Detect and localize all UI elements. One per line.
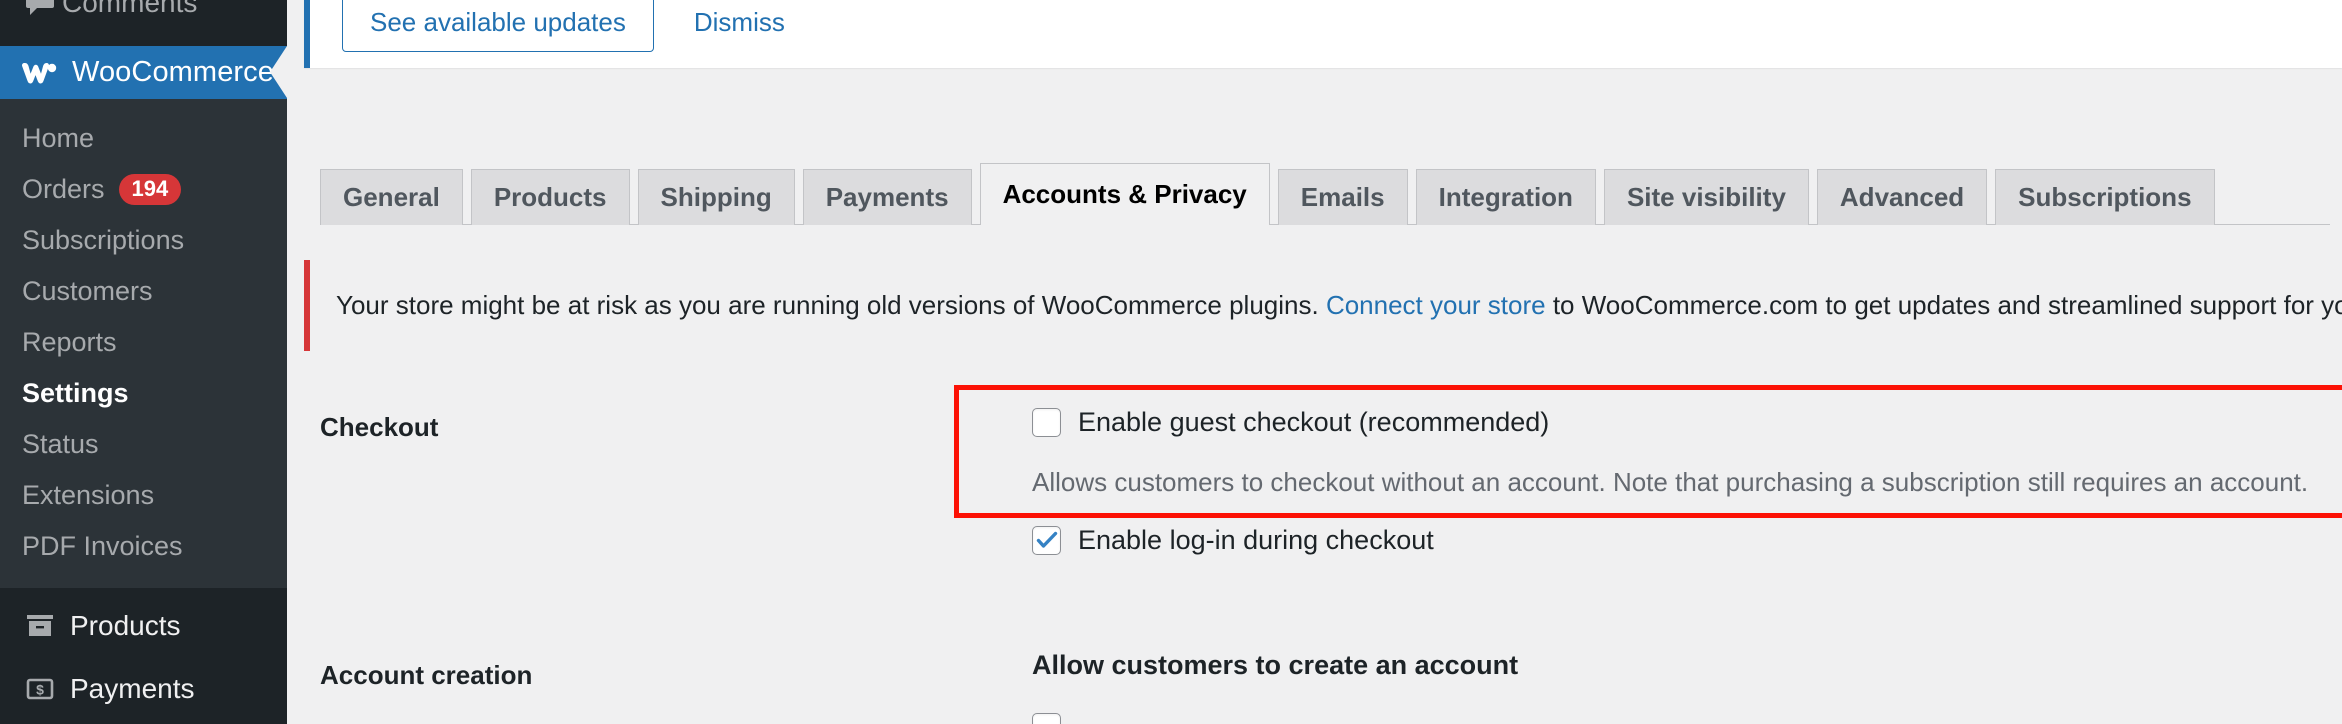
- enable-guest-checkout-checkbox[interactable]: [1032, 408, 1061, 437]
- sidebar-item-label: Payments: [70, 672, 195, 704]
- warning-text-after: to WooCommerce.com to get updates and st…: [1552, 290, 2342, 320]
- connect-your-store-link[interactable]: Connect your store: [1326, 290, 1546, 320]
- enable-login-during-checkout-label: Enable log-in during checkout: [1078, 525, 1434, 555]
- store-risk-warning-notice: Your store might be at risk as you are r…: [304, 260, 2342, 351]
- sidebar-active-pointer: [270, 46, 287, 98]
- account-creation-checkbox[interactable]: [1032, 713, 1061, 724]
- sidebar-subitem-label: Subscriptions: [22, 225, 185, 255]
- svg-text:$: $: [36, 681, 44, 697]
- payments-dollar-icon: $: [18, 676, 62, 702]
- sidebar-item-label: Comments: [62, 0, 198, 18]
- sidebar-subitem-reports[interactable]: Reports: [0, 317, 287, 368]
- tab-products[interactable]: Products: [470, 168, 630, 225]
- sidebar-subitem-status[interactable]: Status: [0, 419, 287, 470]
- tab-subscriptions[interactable]: Subscriptions: [1995, 168, 2215, 225]
- tab-site-visibility[interactable]: Site visibility: [1603, 168, 1809, 225]
- login-during-checkout-row: Enable log-in during checkout: [1032, 525, 1434, 556]
- section-label-checkout: Checkout: [320, 412, 439, 442]
- warning-text: Your store might be at risk as you are r…: [336, 290, 2342, 321]
- sidebar-subitem-label: PDF Invoices: [22, 531, 183, 561]
- sidebar-item-woocommerce[interactable]: WooCommerce: [0, 46, 287, 99]
- tab-payments[interactable]: Payments: [802, 168, 972, 225]
- sidebar-item-products[interactable]: Products: [0, 594, 287, 657]
- woocommerce-logo-icon: [20, 58, 62, 88]
- sidebar-subitem-label: Extensions: [22, 480, 155, 510]
- sidebar-item-payments[interactable]: $ Payments: [0, 657, 287, 720]
- sidebar-subitem-label: Status: [22, 429, 99, 459]
- comments-icon: [18, 0, 62, 16]
- woocommerce-settings-screen: Comments WooCommerce Home Orders 194 Subscr…: [0, 0, 2342, 724]
- warning-text-before: Your store might be at risk as you are r…: [336, 290, 1326, 320]
- sidebar-subitem-orders[interactable]: Orders 194: [0, 164, 287, 215]
- tab-general[interactable]: General: [320, 168, 463, 225]
- allow-customers-create-account-title: Allow customers to create an account: [1032, 650, 1519, 680]
- dismiss-link[interactable]: Dismiss: [694, 7, 785, 52]
- enable-login-during-checkout-checkbox[interactable]: [1032, 526, 1061, 555]
- sidebar-subitem-label: Reports: [22, 327, 117, 357]
- tab-shipping[interactable]: Shipping: [637, 168, 795, 225]
- section-label-account-creation: Account creation: [320, 660, 533, 690]
- tab-integration[interactable]: Integration: [1415, 168, 1596, 225]
- products-box-icon: [18, 613, 62, 639]
- sidebar-subitem-home[interactable]: Home: [0, 113, 287, 164]
- sidebar-item-comments[interactable]: Comments: [0, 0, 287, 30]
- admin-sidebar: Comments WooCommerce Home Orders 194 Subscr…: [0, 0, 287, 724]
- account-creation-partial-row: [1032, 713, 1078, 724]
- red-highlight-annotation: [954, 385, 2342, 518]
- tab-advanced[interactable]: Advanced: [1816, 168, 1988, 225]
- sidebar-subitem-extensions[interactable]: Extensions: [0, 470, 287, 521]
- enable-guest-checkout-label: Enable guest checkout (recommended): [1078, 407, 1550, 437]
- sidebar-subitem-subscriptions[interactable]: Subscriptions: [0, 215, 287, 266]
- woocommerce-submenu: Home Orders 194 Subscriptions Customers Repor…: [0, 99, 287, 588]
- settings-tab-bar: General Products Shipping Payments Accounts …: [320, 162, 2330, 225]
- tab-emails[interactable]: Emails: [1277, 168, 1408, 225]
- sidebar-subitem-label: Settings: [22, 378, 129, 408]
- sidebar-current-label: WooCommerce: [72, 56, 275, 88]
- sidebar-bottom-group: Products $ Payments: [0, 594, 287, 720]
- tab-accounts-privacy[interactable]: Accounts & Privacy: [979, 162, 1270, 225]
- sidebar-subitem-settings[interactable]: Settings: [0, 368, 287, 419]
- content-area: See available updates Dismiss General Pro…: [287, 0, 2342, 724]
- sidebar-subitem-label: Orders: [22, 174, 105, 204]
- sidebar-item-label: Products: [70, 609, 181, 641]
- sidebar-subitem-pdf-invoices[interactable]: PDF Invoices: [0, 521, 287, 572]
- see-available-updates-button[interactable]: See available updates: [342, 0, 654, 52]
- sidebar-subitem-label: Home: [22, 123, 95, 153]
- sidebar-subitem-customers[interactable]: Customers: [0, 266, 287, 317]
- orders-count-badge: 194: [118, 173, 182, 206]
- update-notice: See available updates Dismiss: [304, 0, 2342, 68]
- sidebar-subitem-label: Customers: [22, 276, 153, 306]
- guest-checkout-row: Enable guest checkout (recommended): [1032, 407, 1549, 438]
- guest-checkout-description: Allows customers to checkout without an …: [1032, 467, 2309, 497]
